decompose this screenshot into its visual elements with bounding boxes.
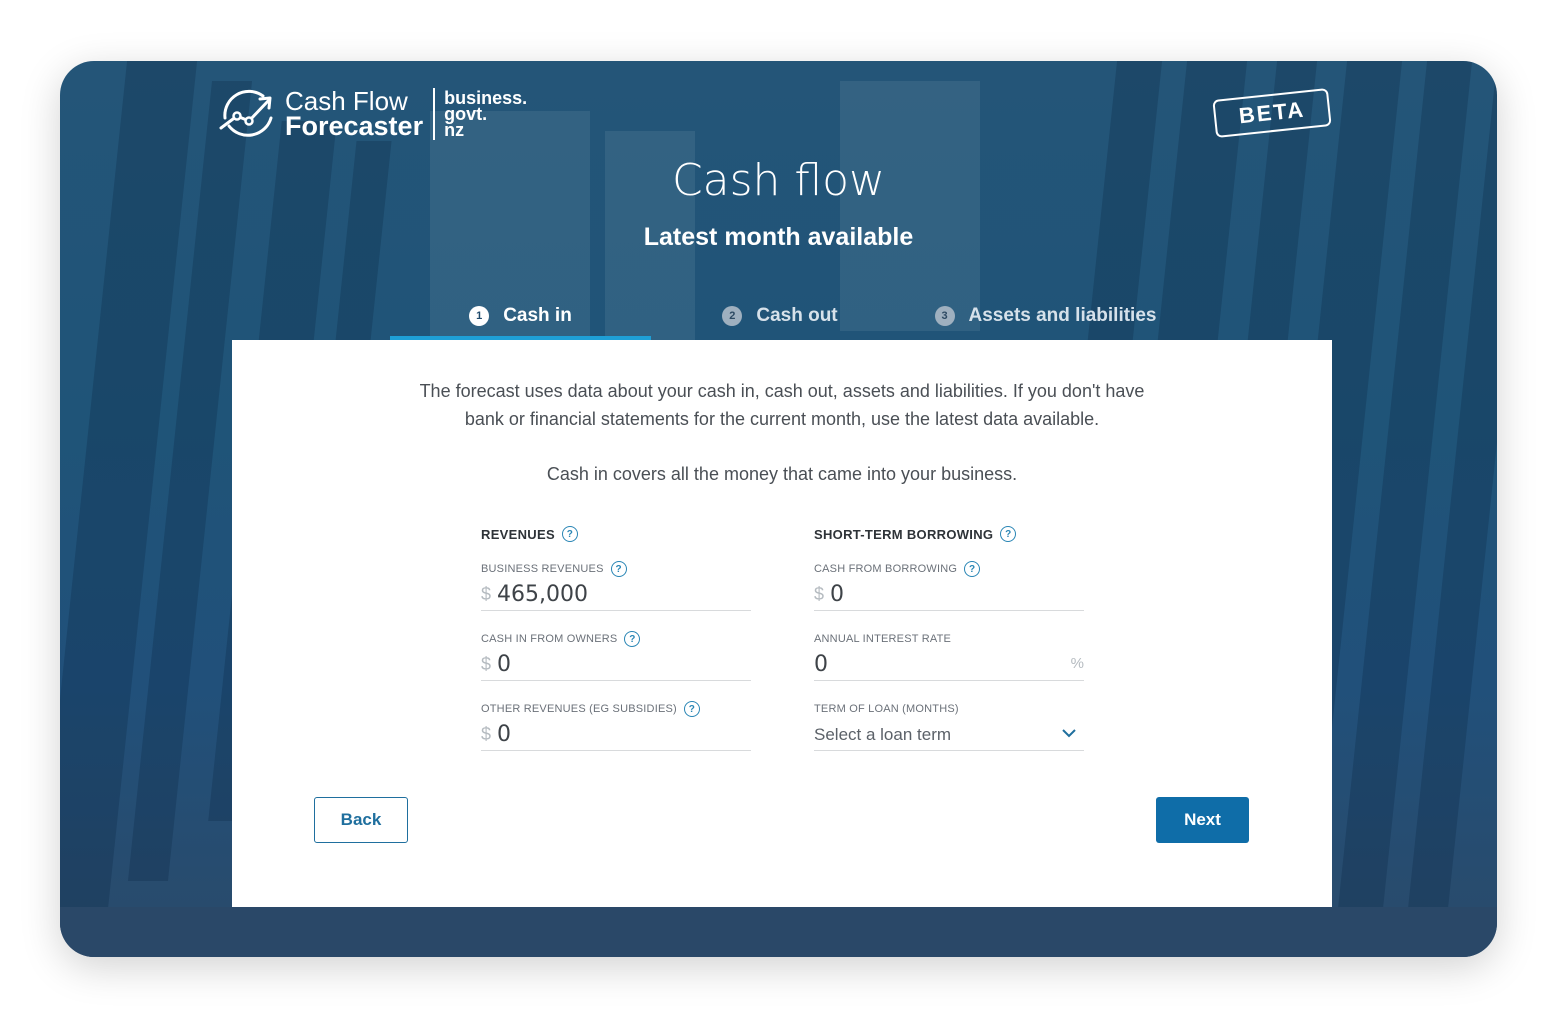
cash-in-form-card: The forecast uses data about your cash i… [232, 340, 1332, 907]
field-label: TERM OF LOAN (MONTHS) [814, 703, 959, 715]
field-label: OTHER REVENUES (EG SUBSIDIES) [481, 703, 677, 715]
page-subtitle: Latest month available [643, 223, 914, 251]
cash-in-from-owners-field: CASH IN FROM OWNERS ? $ 0 [481, 631, 751, 681]
cash-from-borrowing-field: CASH FROM BORROWING ? $ 0 [814, 561, 1084, 611]
short-term-borrowing-section: SHORT-TERM BORROWING ? CASH FROM BORROWI… [814, 525, 1084, 751]
help-icon[interactable]: ? [1000, 526, 1017, 542]
field-label: CASH IN FROM OWNERS [481, 633, 618, 645]
step-number-badge: 2 [722, 305, 743, 326]
tab-label: Cash in [503, 304, 572, 326]
currency-symbol: $ [814, 584, 825, 604]
beta-badge: BETA [1212, 88, 1332, 138]
help-icon[interactable]: ? [624, 631, 641, 647]
tab-cash-out[interactable]: 2 Cash out [720, 291, 840, 340]
help-icon[interactable]: ? [561, 526, 578, 542]
input-value: 0 [814, 652, 828, 677]
tab-label: Assets and liabilities [968, 304, 1157, 326]
field-label: CASH FROM BORROWING [814, 563, 958, 575]
cash-in-description: Cash in covers all the money that came i… [546, 464, 1018, 484]
logo-title-line2: Forecaster [285, 111, 424, 141]
other-revenues-input[interactable]: $ 0 [481, 717, 751, 751]
help-icon[interactable]: ? [964, 561, 981, 577]
cash-from-borrowing-input[interactable]: $ 0 [814, 577, 1084, 611]
logo-divider [433, 88, 436, 140]
cash-in-from-owners-input[interactable]: $ 0 [481, 647, 751, 681]
chevron-down-icon [1062, 729, 1076, 738]
step-number-badge: 1 [469, 305, 490, 326]
help-icon[interactable]: ? [610, 561, 627, 577]
percent-suffix: % [1070, 655, 1084, 672]
business-revenues-field: BUSINESS REVENUES ? $ 465,000 [481, 561, 751, 611]
borrowing-heading: SHORT-TERM BORROWING [814, 526, 994, 542]
input-value: 0 [497, 652, 512, 677]
select-placeholder: Select a loan term [814, 725, 952, 744]
page-title: Cash flow [671, 155, 886, 206]
chart-trend-logo-icon [219, 89, 273, 137]
term-of-loan-field: TERM OF LOAN (MONTHS) Select a loan term [814, 701, 1084, 751]
field-label: BUSINESS REVENUES [481, 563, 604, 575]
revenues-heading: REVENUES [481, 526, 555, 542]
step-tabs: 1 Cash in 2 Cash out 3 Assets and liabil… [390, 291, 1250, 340]
currency-symbol: $ [481, 584, 492, 604]
tab-label: Cash out [756, 304, 838, 326]
annual-interest-rate-input[interactable]: 0 % [814, 647, 1084, 681]
other-revenues-field: OTHER REVENUES (EG SUBSIDIES) ? $ 0 [481, 701, 751, 751]
tab-cash-in[interactable]: 1 Cash in [390, 291, 651, 340]
revenues-section: REVENUES ? BUSINESS REVENUES ? $ 465,000… [481, 525, 751, 751]
input-value: 0 [497, 722, 512, 747]
input-value: 0 [830, 582, 845, 607]
intro-paragraph: The forecast uses data about your cash i… [419, 381, 1145, 429]
field-label: ANNUAL INTEREST RATE [814, 633, 952, 645]
business-revenues-input[interactable]: $ 465,000 [481, 577, 751, 611]
tab-assets-and-liabilities[interactable]: 3 Assets and liabilities [933, 291, 1158, 340]
currency-symbol: $ [481, 654, 492, 674]
annual-interest-rate-field: ANNUAL INTEREST RATE 0 % [814, 631, 1084, 681]
term-of-loan-select[interactable]: Select a loan term [814, 717, 1084, 751]
help-icon[interactable]: ? [683, 701, 700, 717]
next-button[interactable]: Next [1156, 797, 1249, 843]
partner-line3: nz [444, 120, 465, 140]
back-button[interactable]: Back [314, 797, 408, 843]
app-window: Cash Flow Forecaster business. govt. nz … [60, 61, 1497, 957]
intro-text: The forecast uses data about your cash i… [232, 377, 1332, 488]
input-value: 465,000 [497, 582, 588, 607]
business-govt-nz-logo: business. govt. nz [444, 89, 527, 140]
step-number-badge: 3 [934, 305, 955, 326]
cash-flow-forecaster-logo[interactable]: Cash Flow Forecaster business. govt. nz [217, 86, 527, 142]
currency-symbol: $ [481, 724, 492, 744]
